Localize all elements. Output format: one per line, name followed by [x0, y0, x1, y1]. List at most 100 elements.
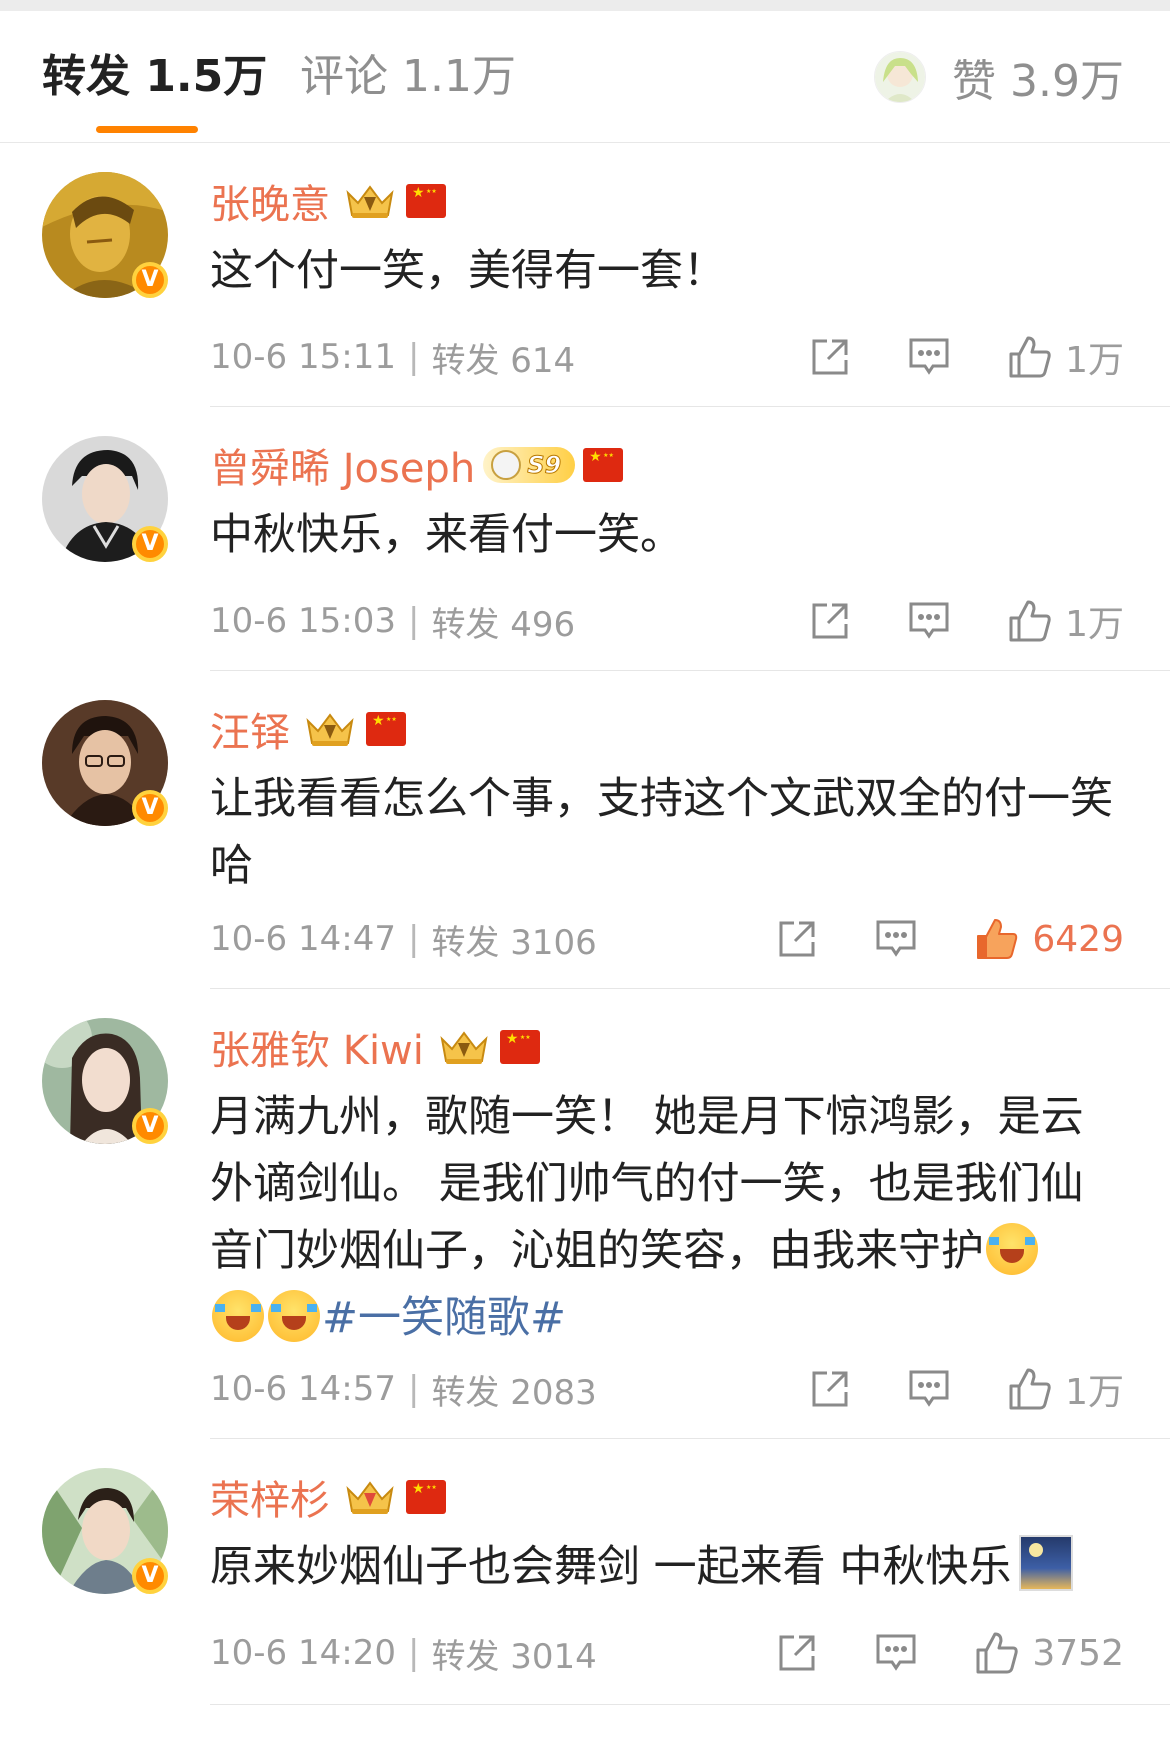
comment-meta: 10-6 15:11 | 转发 614 — [210, 332, 575, 382]
verified-v-icon: V — [132, 1108, 168, 1144]
tab-repost[interactable]: 转发 1.5万 — [42, 49, 267, 105]
like-count: 6429 — [1032, 918, 1124, 960]
share-icon — [812, 1371, 848, 1407]
repost-count[interactable]: 转发 614 — [431, 333, 575, 382]
divider — [210, 988, 1170, 989]
verified-v-icon: V — [132, 262, 168, 298]
top-edge — [0, 0, 1170, 11]
username[interactable]: 曾舜晞 Joseph — [210, 436, 475, 494]
repost-count[interactable]: 转发 3014 — [431, 1629, 596, 1678]
comment-icon — [909, 338, 949, 375]
timestamp: 10-6 15:03 — [210, 601, 396, 641]
liker-avatar — [874, 51, 927, 103]
comment-button[interactable] — [874, 1632, 918, 1674]
timestamp: 10-6 15:11 — [210, 337, 396, 377]
thumbs-up-icon — [1009, 600, 1051, 642]
like-button[interactable]: 1万 — [1007, 595, 1124, 647]
comment-button[interactable] — [907, 600, 951, 642]
like-button[interactable]: 3752 — [974, 1630, 1124, 1676]
comment-text: 原来妙烟仙子也会舞剑 一起来看 中秋快乐 — [210, 1534, 1120, 1601]
share-icon — [779, 1635, 815, 1671]
comment-text: 让我看看怎么个事，支持这个文武双全的付一笑哈 — [210, 766, 1120, 900]
like-count: 3752 — [1032, 1632, 1124, 1674]
comment-icon — [909, 1370, 949, 1407]
china-flag-icon — [406, 184, 446, 218]
comment-text: 这个付一笑，美得有一套！ — [210, 238, 1120, 305]
comment-icon — [876, 1634, 916, 1671]
like-button-liked[interactable]: 6429 — [974, 916, 1124, 962]
share-button[interactable] — [776, 918, 818, 960]
comment-button[interactable] — [874, 918, 918, 960]
share-button[interactable] — [809, 336, 851, 378]
comment-body: 原来妙烟仙子也会舞剑 一起来看 中秋快乐 — [210, 1542, 1012, 1592]
tab-bar: 转发 1.5万 评论 1.1万 赞 3.9万 — [0, 11, 1170, 143]
china-flag-icon — [366, 712, 406, 746]
moon-night-emoji-icon — [1019, 1535, 1074, 1591]
comment-actions: 1万 — [809, 596, 1124, 646]
meta-separator: | — [407, 919, 420, 959]
comment-header: 张晚意 — [210, 172, 446, 230]
comment-button[interactable] — [907, 1368, 951, 1410]
laugh-cry-emoji-icon — [986, 1223, 1038, 1275]
meta-separator: | — [407, 1633, 420, 1673]
comment-meta: 10-6 14:47 | 转发 3106 — [210, 914, 597, 964]
meta-separator: | — [407, 337, 420, 377]
laugh-cry-emoji-icon — [212, 1290, 264, 1342]
repost-count[interactable]: 转发 2083 — [431, 1365, 596, 1414]
comment-actions: 3752 — [776, 1628, 1124, 1678]
s9-badge-label: S9 — [527, 451, 562, 480]
like-button[interactable]: 1万 — [1007, 331, 1124, 383]
thumbs-up-icon — [1009, 336, 1051, 378]
share-icon — [779, 921, 815, 957]
comment-actions: 6429 — [776, 914, 1124, 964]
comment-body: 月满九州，歌随一笑！ 她是月下惊鸿影，是云外谪剑仙。 是我们帅气的付一笑，也是我… — [210, 1092, 1084, 1276]
share-icon — [812, 603, 848, 639]
china-flag-icon — [406, 1480, 446, 1514]
comment-meta: 10-6 14:57 | 转发 2083 — [210, 1364, 597, 1414]
username[interactable]: 张晚意 — [210, 172, 330, 230]
repost-count[interactable]: 转发 3106 — [431, 915, 596, 964]
meta-separator: | — [407, 1369, 420, 1409]
meta-separator: | — [407, 601, 420, 641]
comment-actions: 1万 — [809, 332, 1124, 382]
like-count: 1万 — [1065, 604, 1124, 645]
active-tab-indicator — [96, 126, 198, 133]
hashtag-link[interactable]: #一笑随歌# — [322, 1293, 566, 1343]
divider — [210, 1438, 1170, 1439]
verified-v-icon: V — [132, 1558, 168, 1594]
like-count: 1万 — [1065, 340, 1124, 381]
comment-button[interactable] — [907, 336, 951, 378]
timestamp: 10-6 14:20 — [210, 1633, 396, 1673]
repost-count[interactable]: 转发 496 — [431, 597, 575, 646]
comment-meta: 10-6 15:03 | 转发 496 — [210, 596, 575, 646]
thumbs-up-icon — [1009, 1368, 1051, 1410]
divider — [210, 1704, 1170, 1705]
thumbs-up-filled-icon — [977, 919, 1018, 959]
china-flag-icon — [499, 1030, 540, 1064]
verified-v-icon: V — [132, 790, 168, 826]
crown-badge-icon — [342, 181, 398, 221]
crown-badge-icon — [436, 1027, 492, 1067]
tab-comment[interactable]: 评论 1.1万 — [300, 49, 516, 105]
like-count: 1万 — [1065, 1372, 1124, 1413]
tab-like[interactable]: 赞 3.9万 — [874, 49, 1124, 107]
username[interactable]: 荣梓杉 — [210, 1468, 330, 1526]
share-button[interactable] — [776, 1632, 818, 1674]
laugh-cry-emoji-icon — [268, 1290, 320, 1342]
comment-icon — [876, 920, 916, 957]
share-button[interactable] — [809, 1368, 851, 1410]
timestamp: 10-6 14:57 — [210, 1369, 396, 1409]
username[interactable]: 张雅钦 Kiwi — [210, 1018, 424, 1076]
comment-body: 这个付一笑，美得有一套！ — [210, 246, 726, 296]
comment-meta: 10-6 14:20 | 转发 3014 — [210, 1628, 597, 1678]
like-count-total: 赞 3.9万 — [952, 56, 1124, 107]
comment-header: 汪铎 — [210, 700, 406, 758]
china-flag-icon — [583, 448, 624, 482]
crown-badge-icon — [342, 1477, 398, 1517]
comment-header: 曾舜晞 Joseph S9 — [210, 436, 624, 494]
username[interactable]: 汪铎 — [210, 700, 290, 758]
thumbs-up-icon — [976, 1632, 1019, 1674]
like-button[interactable]: 1万 — [1007, 1363, 1124, 1415]
comment-body: 中秋快乐，来看付一笑。 — [210, 510, 683, 560]
share-button[interactable] — [809, 600, 851, 642]
